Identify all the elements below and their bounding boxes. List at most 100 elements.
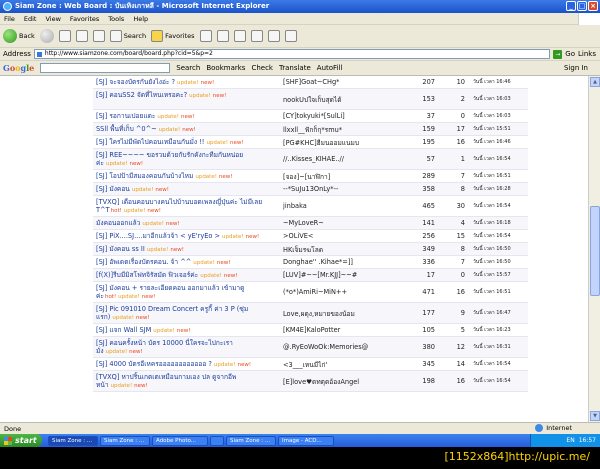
go-button[interactable]: Go [565, 50, 575, 58]
author-name[interactable]: Donghae'' .Kihae*=]] [280, 256, 407, 268]
author-name[interactable]: (*o*)AmiRi~MiN++ [280, 282, 407, 302]
task-button[interactable]: Siam Zone : ... [48, 435, 98, 446]
table-row[interactable]: [SJ] Pic 091010 Dream Concert ครูกี้ ค่า… [93, 303, 528, 324]
table-row[interactable]: [SJ] คอนครั้งหน้า บัตร 10000 นี่ใครจะไปก… [93, 337, 528, 358]
mail-button[interactable] [216, 30, 229, 42]
vertical-scrollbar[interactable]: ▲ ▼ [588, 76, 600, 422]
close-button[interactable]: × [588, 1, 598, 11]
author-name[interactable]: [CY]tokyuki*[SulLi] [280, 110, 407, 122]
thread-title-link[interactable]: [SJ] REE~~~~ ขอรวมด้วยกับรักคังกะทีมกันห… [93, 149, 280, 169]
check-button[interactable]: Check [251, 64, 273, 72]
thread-title-link[interactable]: [SJ] แจก Wall SJM update! new! [93, 324, 280, 336]
table-row[interactable]: [SJ] ใครไม่มีพัดไปคอนเหมือนกันมั่ง !! upd… [93, 136, 528, 149]
menu-file[interactable]: File [4, 15, 15, 23]
author-name[interactable]: [LUV]#~~[Mr.KJJ]~~# [280, 269, 407, 281]
table-row[interactable]: [TVXQ] เดือนคอนบางคนไปบ้านบอดเพลงญี่ปุ่น… [93, 196, 528, 217]
author-name[interactable]: >OLiVE< [280, 230, 407, 242]
discuss-button[interactable] [267, 30, 280, 42]
thread-title-link[interactable]: [SJ] มังคอน ss II update! new! [93, 243, 280, 255]
author-name[interactable]: [PG#KHC]ฮีมนออมแนมบ [280, 136, 407, 148]
search-button[interactable]: Search [109, 30, 146, 42]
edit-button[interactable] [250, 30, 263, 42]
author-name[interactable]: jinbaka [280, 196, 407, 216]
go-icon[interactable]: → [553, 49, 563, 59]
task-button[interactable]: Image - ACD... [278, 435, 334, 446]
thread-title-link[interactable]: [SJ] จะจองบัตรกันยังไงอ่ะ ? update! new! [93, 76, 280, 88]
task-button[interactable]: Adobe Photo... [152, 435, 208, 446]
google-search-input[interactable] [40, 63, 171, 73]
thread-title-link[interactable]: [TVXQ] เดือนคอนบางคนไปบ้านบอดเพลงญี่ปุ่น… [93, 196, 280, 216]
thread-title-link[interactable]: [TVXQ] หาปริ้นเกตเตเหมือนกามเอง ปล ดูจาก… [93, 371, 280, 391]
table-row[interactable]: [SJ] อัพเดตเรื่องบัตรคอน. จ้า ^^ update! n… [93, 256, 528, 269]
home-button[interactable] [92, 30, 105, 42]
menu-tools[interactable]: Tools [108, 15, 124, 23]
author-name[interactable]: llxxll__ฟักก็กุ*รmu* [280, 123, 407, 135]
menu-help[interactable]: Help [133, 15, 148, 23]
back-button[interactable]: Back [3, 29, 35, 43]
history-button[interactable] [199, 30, 212, 42]
menu-view[interactable]: View [45, 15, 60, 23]
author-name[interactable]: [KM4E]KaloPotter [280, 324, 407, 336]
table-row[interactable]: [SJ] โอปป้ามีสมองคอนกันบ้างไหม update! new… [93, 170, 528, 183]
table-row[interactable]: [SJ] มังคอน ss II update! new! HKเจ็มรฆโลด 3… [93, 243, 528, 256]
author-name[interactable]: [SHF]Goat~CHg* [280, 76, 407, 88]
favorites-button[interactable]: Favorites [151, 30, 195, 42]
author-name[interactable]: --*SuJu13OnLy*-- [280, 183, 407, 195]
thread-title-link[interactable]: [SJ] รอกานเปอยแดะ update! new! [93, 110, 280, 122]
task-button[interactable]: Siam Zone : ... [100, 435, 150, 446]
sign-in-button[interactable]: Sign In [564, 64, 588, 72]
table-row[interactable]: [f(X)]รีบมีมิสโฟทจิรัสมัด ฟิวเจอร์ค่ะ upd… [93, 269, 528, 282]
task-button[interactable] [210, 435, 224, 446]
thread-title-link[interactable]: [SJ] คอนSS2 จัดที่ไหนเหรอคะ? update! new! [93, 89, 280, 109]
table-row[interactable]: [SJ] 4000 บัตรอีเหครออออออออออออ ? update… [93, 358, 528, 371]
task-button[interactable]: Siam Zone : ... [226, 435, 276, 446]
thread-title-link[interactable]: [f(X)]รีบมีมิสโฟทจิรัสมัด ฟิวเจอร์ค่ะ upd… [93, 269, 280, 281]
table-row[interactable]: [SJ] มังคอน update! new! --*SuJu13OnLy*-- 35… [93, 183, 528, 196]
scroll-thumb[interactable] [590, 206, 600, 296]
links-button[interactable]: Links [578, 50, 596, 58]
table-row[interactable]: [SJ] PiX....SJ....มาอีกแล้วจ้า < yE'ryEo… [93, 230, 528, 243]
messenger-button[interactable] [284, 30, 297, 42]
google-search-button[interactable]: Search [176, 64, 200, 72]
stop-button[interactable] [58, 30, 71, 42]
thread-title-link[interactable]: [SJ] Pic 091010 Dream Concert ครูกี้ ค่า… [93, 303, 280, 323]
refresh-button[interactable] [75, 30, 88, 42]
table-row[interactable]: มังคอนออกแล้ว update! new! ~MyLoveR~ 141 4 วัน… [93, 217, 528, 230]
language-indicator[interactable]: EN [566, 437, 574, 444]
thread-title-link[interactable]: SSll พื้นที่เก็บ ^0^~ update! new! [93, 123, 280, 135]
forward-button[interactable] [39, 29, 54, 43]
autofill-button[interactable]: AutoFill [317, 64, 343, 72]
thread-title-link[interactable]: [SJ] 4000 บัตรอีเหครออออออออออออ ? update… [93, 358, 280, 370]
author-name[interactable]: <3___เหนมีไก่' [280, 358, 407, 370]
table-row[interactable]: [TVXQ] หาปริ้นเกตเตเหมือนกามเอง ปล ดูจาก… [93, 371, 528, 392]
table-row[interactable]: [SJ] รอกานเปอยแดะ update! new! [CY]tokyuki*… [93, 110, 528, 123]
table-row[interactable]: [SJ] จะจองบัตรกันยังไงอ่ะ ? update! new! [S… [93, 76, 528, 89]
table-row[interactable]: SSll พื้นที่เก็บ ^0^~ update! new! llxxll__… [93, 123, 528, 136]
author-name[interactable]: nookUปใจเก็บสุดได้ [280, 89, 407, 109]
maximize-button[interactable]: □ [577, 1, 587, 11]
thread-title-link[interactable]: [SJ] PiX....SJ....มาอีกแล้วจ้า < yE'ryEo… [93, 230, 280, 242]
table-row[interactable]: [SJ] คอนSS2 จัดที่ไหนเหรอคะ? update! new! n… [93, 89, 528, 110]
scroll-up-icon[interactable]: ▲ [590, 77, 600, 87]
table-row[interactable]: [SJ] มังคอน + รายละเอียดคอน ออกมาแล้ว เข… [93, 282, 528, 303]
thread-title-link[interactable]: [SJ] มังคอน + รายละเอียดคอน ออกมาแล้ว เข… [93, 282, 280, 302]
thread-title-link[interactable]: [SJ] มังคอน update! new! [93, 183, 280, 195]
thread-title-link[interactable]: มังคอนออกแล้ว update! new! [93, 217, 280, 229]
table-row[interactable]: [SJ] แจก Wall SJM update! new! [KM4E]KaloPo… [93, 324, 528, 337]
scroll-down-icon[interactable]: ▼ [590, 411, 600, 421]
author-name[interactable]: ~MyLoveR~ [280, 217, 407, 229]
print-button[interactable] [233, 30, 246, 42]
author-name[interactable]: HKเจ็มรฆโลด [280, 243, 407, 255]
author-name[interactable]: Love,ผดุง,หมายของน้อม [280, 303, 407, 323]
address-input[interactable]: http://www.siamzone.com/board/board.php?… [33, 49, 551, 59]
thread-title-link[interactable]: [SJ] โอปป้ามีสมองคอนกันบ้างไหม update! new… [93, 170, 280, 182]
author-name[interactable]: [จอง]~[นาฬิกา] [280, 170, 407, 182]
author-name[interactable]: //..Kisses_KIHAE..// [280, 149, 407, 169]
menu-edit[interactable]: Edit [24, 15, 37, 23]
start-button[interactable]: start [0, 434, 42, 447]
bookmarks-button[interactable]: Bookmarks [206, 64, 245, 72]
translate-button[interactable]: Translate [279, 64, 311, 72]
thread-title-link[interactable]: [SJ] ใครไม่มีพัดไปคอนเหมือนกันมั่ง !! upd… [93, 136, 280, 148]
author-name[interactable]: @.RyEoWoOk:Memories@ [280, 337, 407, 357]
table-row[interactable]: [SJ] REE~~~~ ขอรวมด้วยกับรักคังกะทีมกันห… [93, 149, 528, 170]
